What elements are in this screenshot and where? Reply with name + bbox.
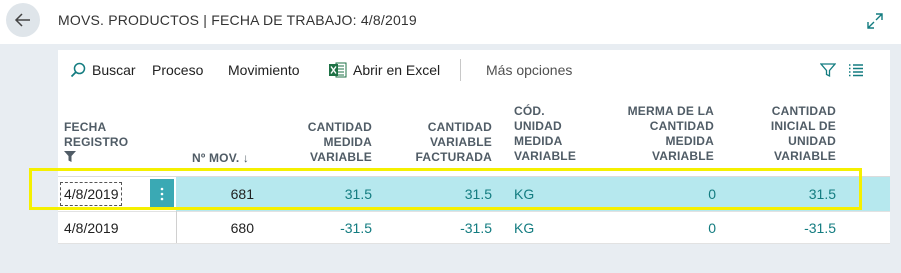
cod-unidad-cell[interactable]: KG	[514, 186, 534, 202]
row-divider	[58, 243, 890, 244]
search-label: Buscar	[92, 62, 136, 78]
col-header-merma[interactable]: MERMA DE LA CANTIDAD MEDIDA VARIABLE	[604, 104, 714, 164]
cantidad-medida-cell[interactable]: -31.5	[280, 220, 372, 236]
app-window: MOVS. PRODUCTOS | FECHA DE TRABAJO: 4/8/…	[0, 0, 901, 273]
merma-cell[interactable]: 0	[604, 186, 716, 202]
col-header-line: VARIABLE	[309, 150, 372, 164]
process-label: Proceso	[152, 62, 204, 78]
movement-label: Movimiento	[228, 62, 300, 78]
col-header-line: MEDIDA	[665, 134, 714, 148]
col-header-line: MEDIDA	[514, 134, 563, 148]
more-options-label: Más opciones	[486, 62, 573, 78]
search-icon	[70, 62, 86, 78]
col-header-line: FACTURADA	[415, 150, 492, 164]
expand-icon	[867, 13, 883, 29]
cantidad-facturada-cell[interactable]: 31.5	[392, 186, 492, 202]
table-row[interactable]: 4/8/2019 680 -31.5 -31.5 KG 0 -31.5	[58, 211, 890, 244]
more-vertical-icon	[160, 187, 164, 201]
row-actions-button[interactable]	[150, 179, 174, 209]
arrow-left-icon	[14, 13, 30, 27]
expand-button[interactable]	[863, 9, 887, 33]
cantidad-inicial-cell[interactable]: -31.5	[734, 220, 836, 236]
n-mov-cell[interactable]: 681	[192, 186, 254, 202]
excel-label: Abrir en Excel	[353, 62, 441, 78]
filter-button[interactable]	[818, 60, 838, 80]
page-header: MOVS. PRODUCTOS | FECHA DE TRABAJO: 4/8/…	[0, 0, 901, 44]
cantidad-medida-cell[interactable]: 31.5	[280, 186, 372, 202]
fecha-cell-focused[interactable]: 4/8/2019	[60, 182, 122, 206]
action-divider	[460, 59, 461, 81]
search-button[interactable]: Buscar	[70, 50, 136, 90]
col-header-line: CANTIDAD	[307, 120, 372, 134]
fecha-cell[interactable]: 4/8/2019	[64, 220, 119, 236]
col-header-line: FECHA	[64, 120, 107, 134]
cod-unidad-cell[interactable]: KG	[514, 220, 534, 236]
excel-icon	[329, 62, 347, 78]
col-header-line: CANTIDAD	[771, 104, 836, 118]
col-header-line: REGISTRO	[64, 135, 129, 149]
list-view-button[interactable]	[846, 60, 866, 80]
page-title: MOVS. PRODUCTOS | FECHA DE TRABAJO: 4/8/…	[58, 12, 417, 28]
data-grid: FECHA REGISTRO Nº MOV. ↓ CANTIDAD MEDIDA…	[58, 90, 890, 244]
table-row-selected[interactable]: 4/8/2019 681 31.5 31.5 KG 0 31.5	[58, 177, 890, 211]
back-button[interactable]	[6, 3, 40, 37]
col-header-line: VARIABLE	[773, 149, 836, 163]
col-header-line: VARIABLE	[514, 149, 577, 163]
cantidad-inicial-cell[interactable]: 31.5	[734, 186, 836, 202]
cantidad-facturada-cell[interactable]: -31.5	[392, 220, 492, 236]
more-options-button[interactable]: Más opciones	[486, 50, 572, 90]
filter-icon	[820, 63, 836, 78]
col-header-cod-unidad-medida-variable[interactable]: CÓD. UNIDAD MEDIDA VARIABLE	[514, 104, 576, 164]
col-header-line: CANTIDAD	[427, 120, 492, 134]
col-header-line: UNIDAD	[788, 134, 836, 148]
n-mov-cell[interactable]: 680	[192, 220, 254, 236]
col-header-n-mov[interactable]: Nº MOV. ↓	[192, 151, 249, 166]
col-header-line: CÓD.	[514, 104, 545, 118]
col-header-line: UNIDAD	[514, 119, 562, 133]
list-icon	[849, 64, 863, 77]
col-header-line: VARIABLE	[651, 149, 714, 163]
col-header-fecha-registro[interactable]: FECHA REGISTRO	[64, 120, 128, 162]
open-in-excel-button[interactable]: Abrir en Excel	[329, 50, 440, 90]
col-header-line: MERMA DE LA	[627, 104, 714, 118]
col-header-cantidad-medida-variable[interactable]: CANTIDAD MEDIDA VARIABLE	[280, 120, 372, 165]
col-header-line: MEDIDA	[323, 135, 372, 149]
process-menu[interactable]: Proceso	[152, 50, 203, 90]
filter-icon	[64, 151, 76, 162]
col-header-cantidad-variable-facturada[interactable]: CANTIDAD VARIABLE FACTURADA	[392, 120, 492, 165]
col-header-line: VARIABLE	[429, 135, 492, 149]
action-bar: Buscar Proceso Movimiento Abrir en Excel…	[58, 50, 890, 90]
col-header-line: CANTIDAD	[649, 119, 714, 133]
movement-menu[interactable]: Movimiento	[228, 50, 300, 90]
merma-cell[interactable]: 0	[604, 220, 716, 236]
col-header-cantidad-inicial[interactable]: CANTIDAD INICIAL DE UNIDAD VARIABLE	[734, 104, 836, 164]
col-header-line: INICIAL DE	[770, 119, 836, 133]
